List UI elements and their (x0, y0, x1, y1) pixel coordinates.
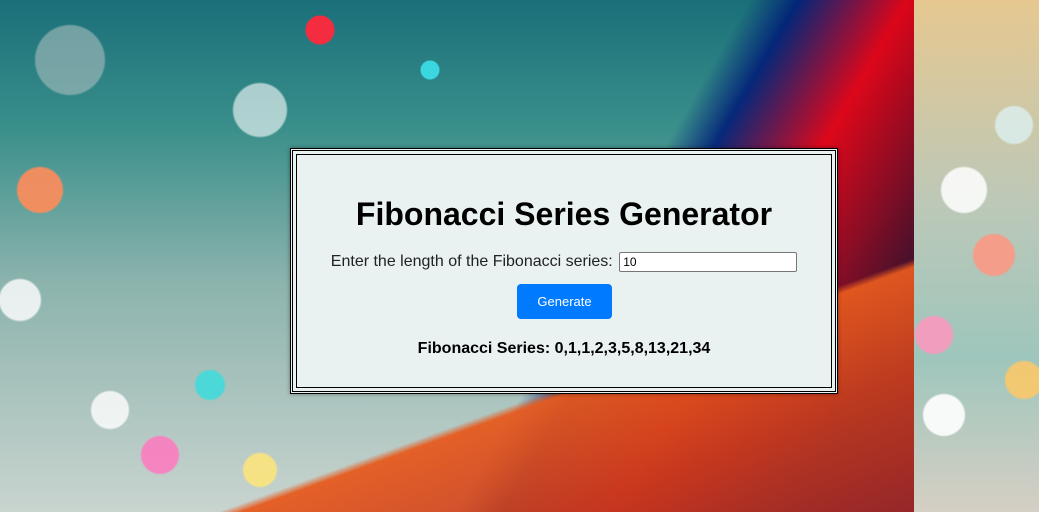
generator-card: Fibonacci Series Generator Enter the len… (290, 148, 838, 394)
page-title: Fibonacci Series Generator (355, 196, 773, 232)
result-label: Fibonacci Series: (417, 340, 551, 357)
length-label: Enter the length of the Fibonacci series… (330, 253, 613, 270)
length-input[interactable] (619, 252, 798, 272)
generate-button[interactable]: Generate (517, 284, 612, 319)
result-line: Fibonacci Series: 0,1,1,2,3,5,8,13,21,34 (293, 339, 835, 359)
page: Fibonacci Series Generator Enter the len… (0, 0, 1039, 512)
length-input-row: Enter the length of the Fibonacci series… (293, 252, 835, 272)
background-image-right (914, 0, 1039, 512)
result-values: 0,1,1,2,3,5,8,13,21,34 (554, 340, 711, 357)
